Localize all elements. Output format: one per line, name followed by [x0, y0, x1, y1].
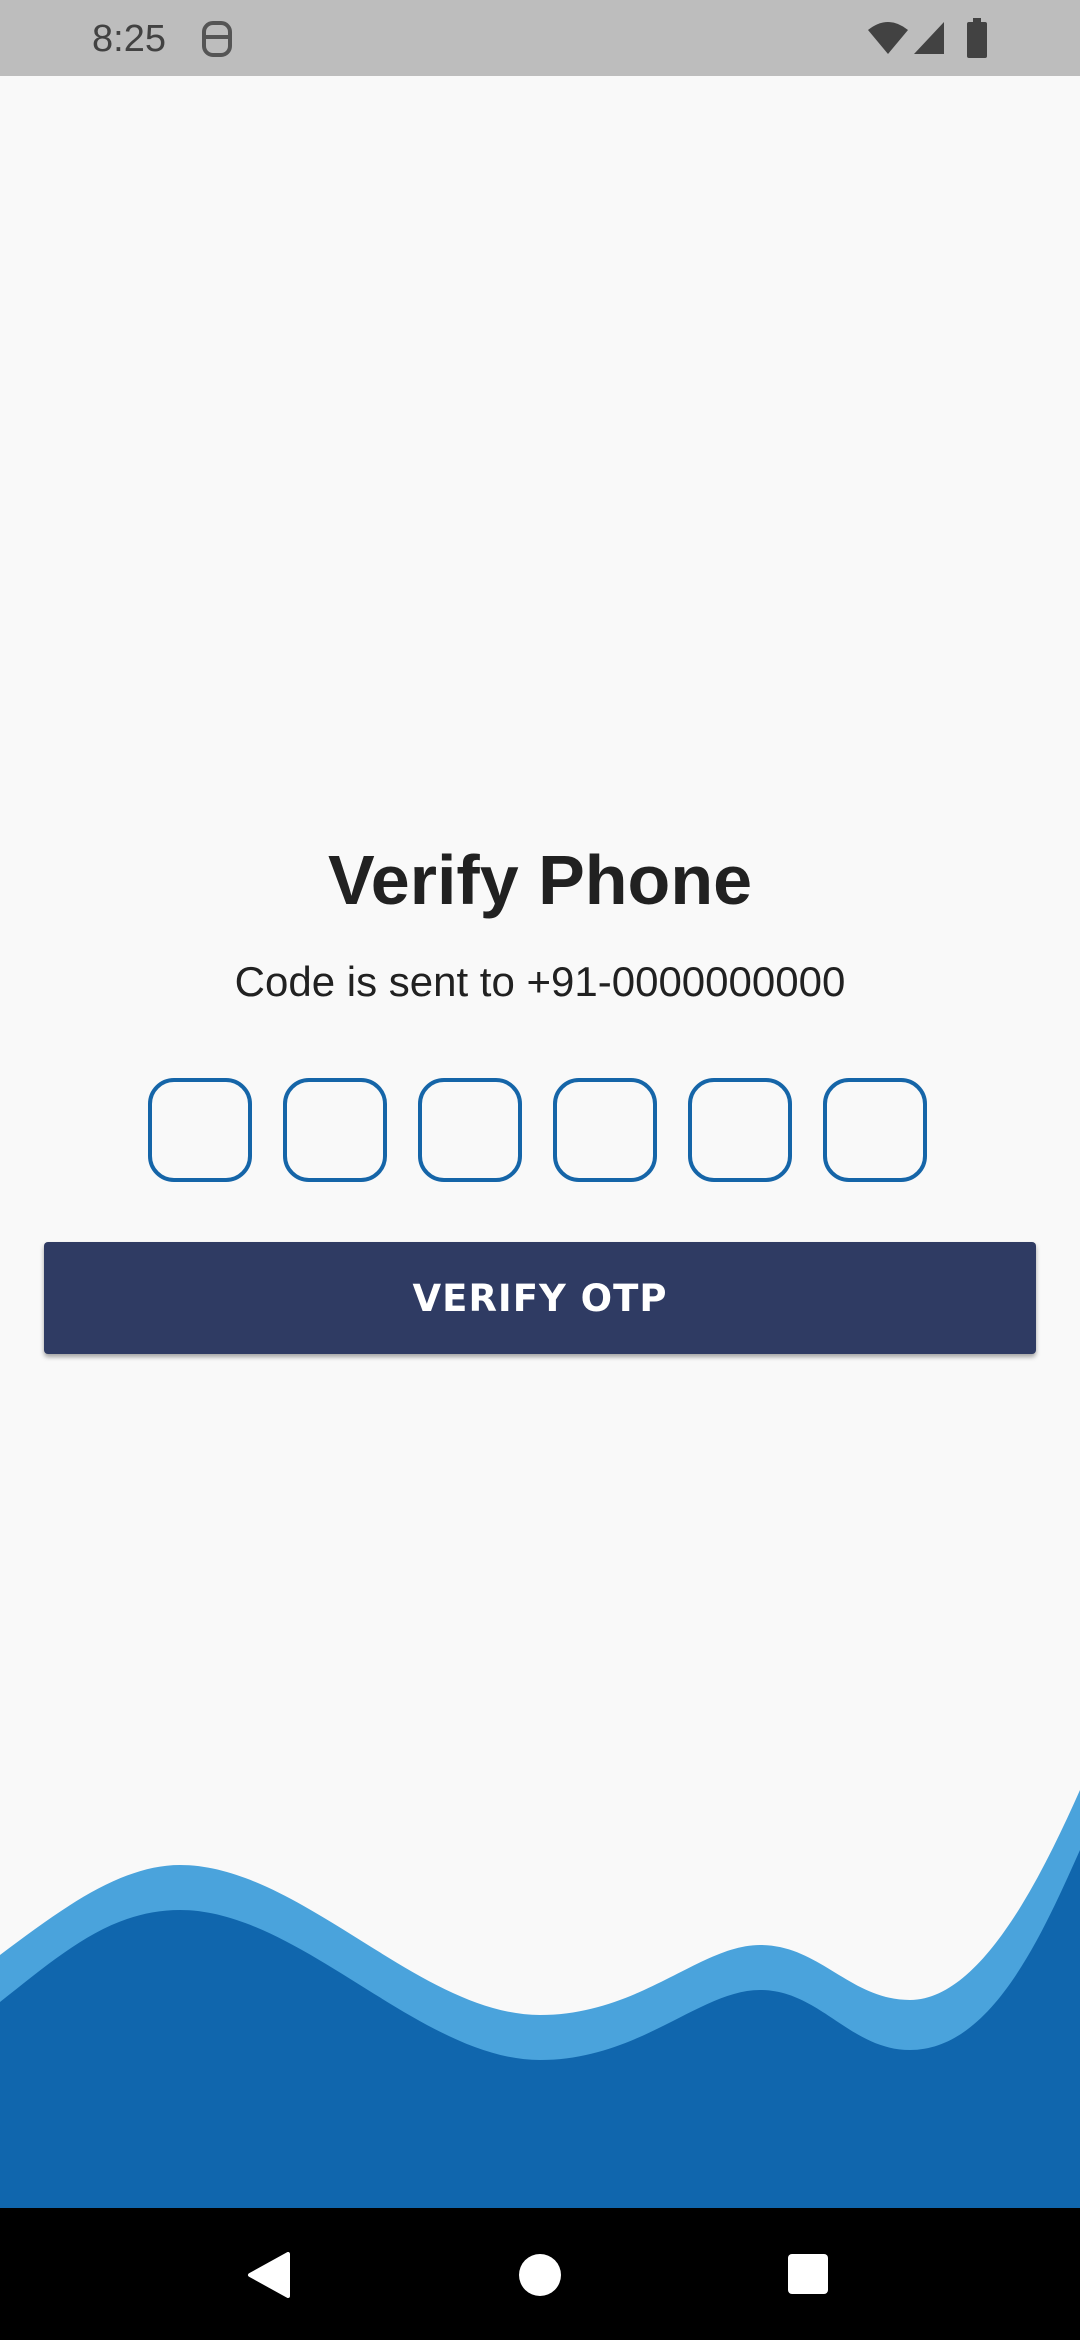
otp-digit-2[interactable] — [283, 1078, 387, 1182]
page-title: Verify Phone — [327, 841, 753, 919]
navigation-bar — [0, 2208, 1080, 2340]
status-time: 8:25 — [92, 18, 166, 60]
back-icon[interactable] — [246, 2252, 290, 2298]
battery-icon — [967, 18, 987, 58]
phone-sent-message: Code is sent to +91-0000000000 — [234, 958, 846, 1005]
recents-icon[interactable] — [788, 2254, 828, 2294]
status-bar: 8:25 — [0, 0, 1080, 76]
otp-input-row — [148, 1078, 932, 1188]
home-icon[interactable] — [519, 2254, 561, 2296]
wave-decoration — [0, 1790, 1080, 2210]
notification-icon — [202, 21, 232, 57]
verify-otp-label: VERIFY OTP — [412, 1276, 668, 1320]
signal-icon — [914, 22, 944, 54]
otp-digit-5[interactable] — [688, 1078, 792, 1182]
wifi-icon — [868, 22, 908, 54]
otp-digit-6[interactable] — [823, 1078, 927, 1182]
otp-digit-3[interactable] — [418, 1078, 522, 1182]
otp-digit-4[interactable] — [553, 1078, 657, 1182]
otp-digit-1[interactable] — [148, 1078, 252, 1182]
verify-otp-button[interactable]: VERIFY OTP — [44, 1242, 1036, 1354]
